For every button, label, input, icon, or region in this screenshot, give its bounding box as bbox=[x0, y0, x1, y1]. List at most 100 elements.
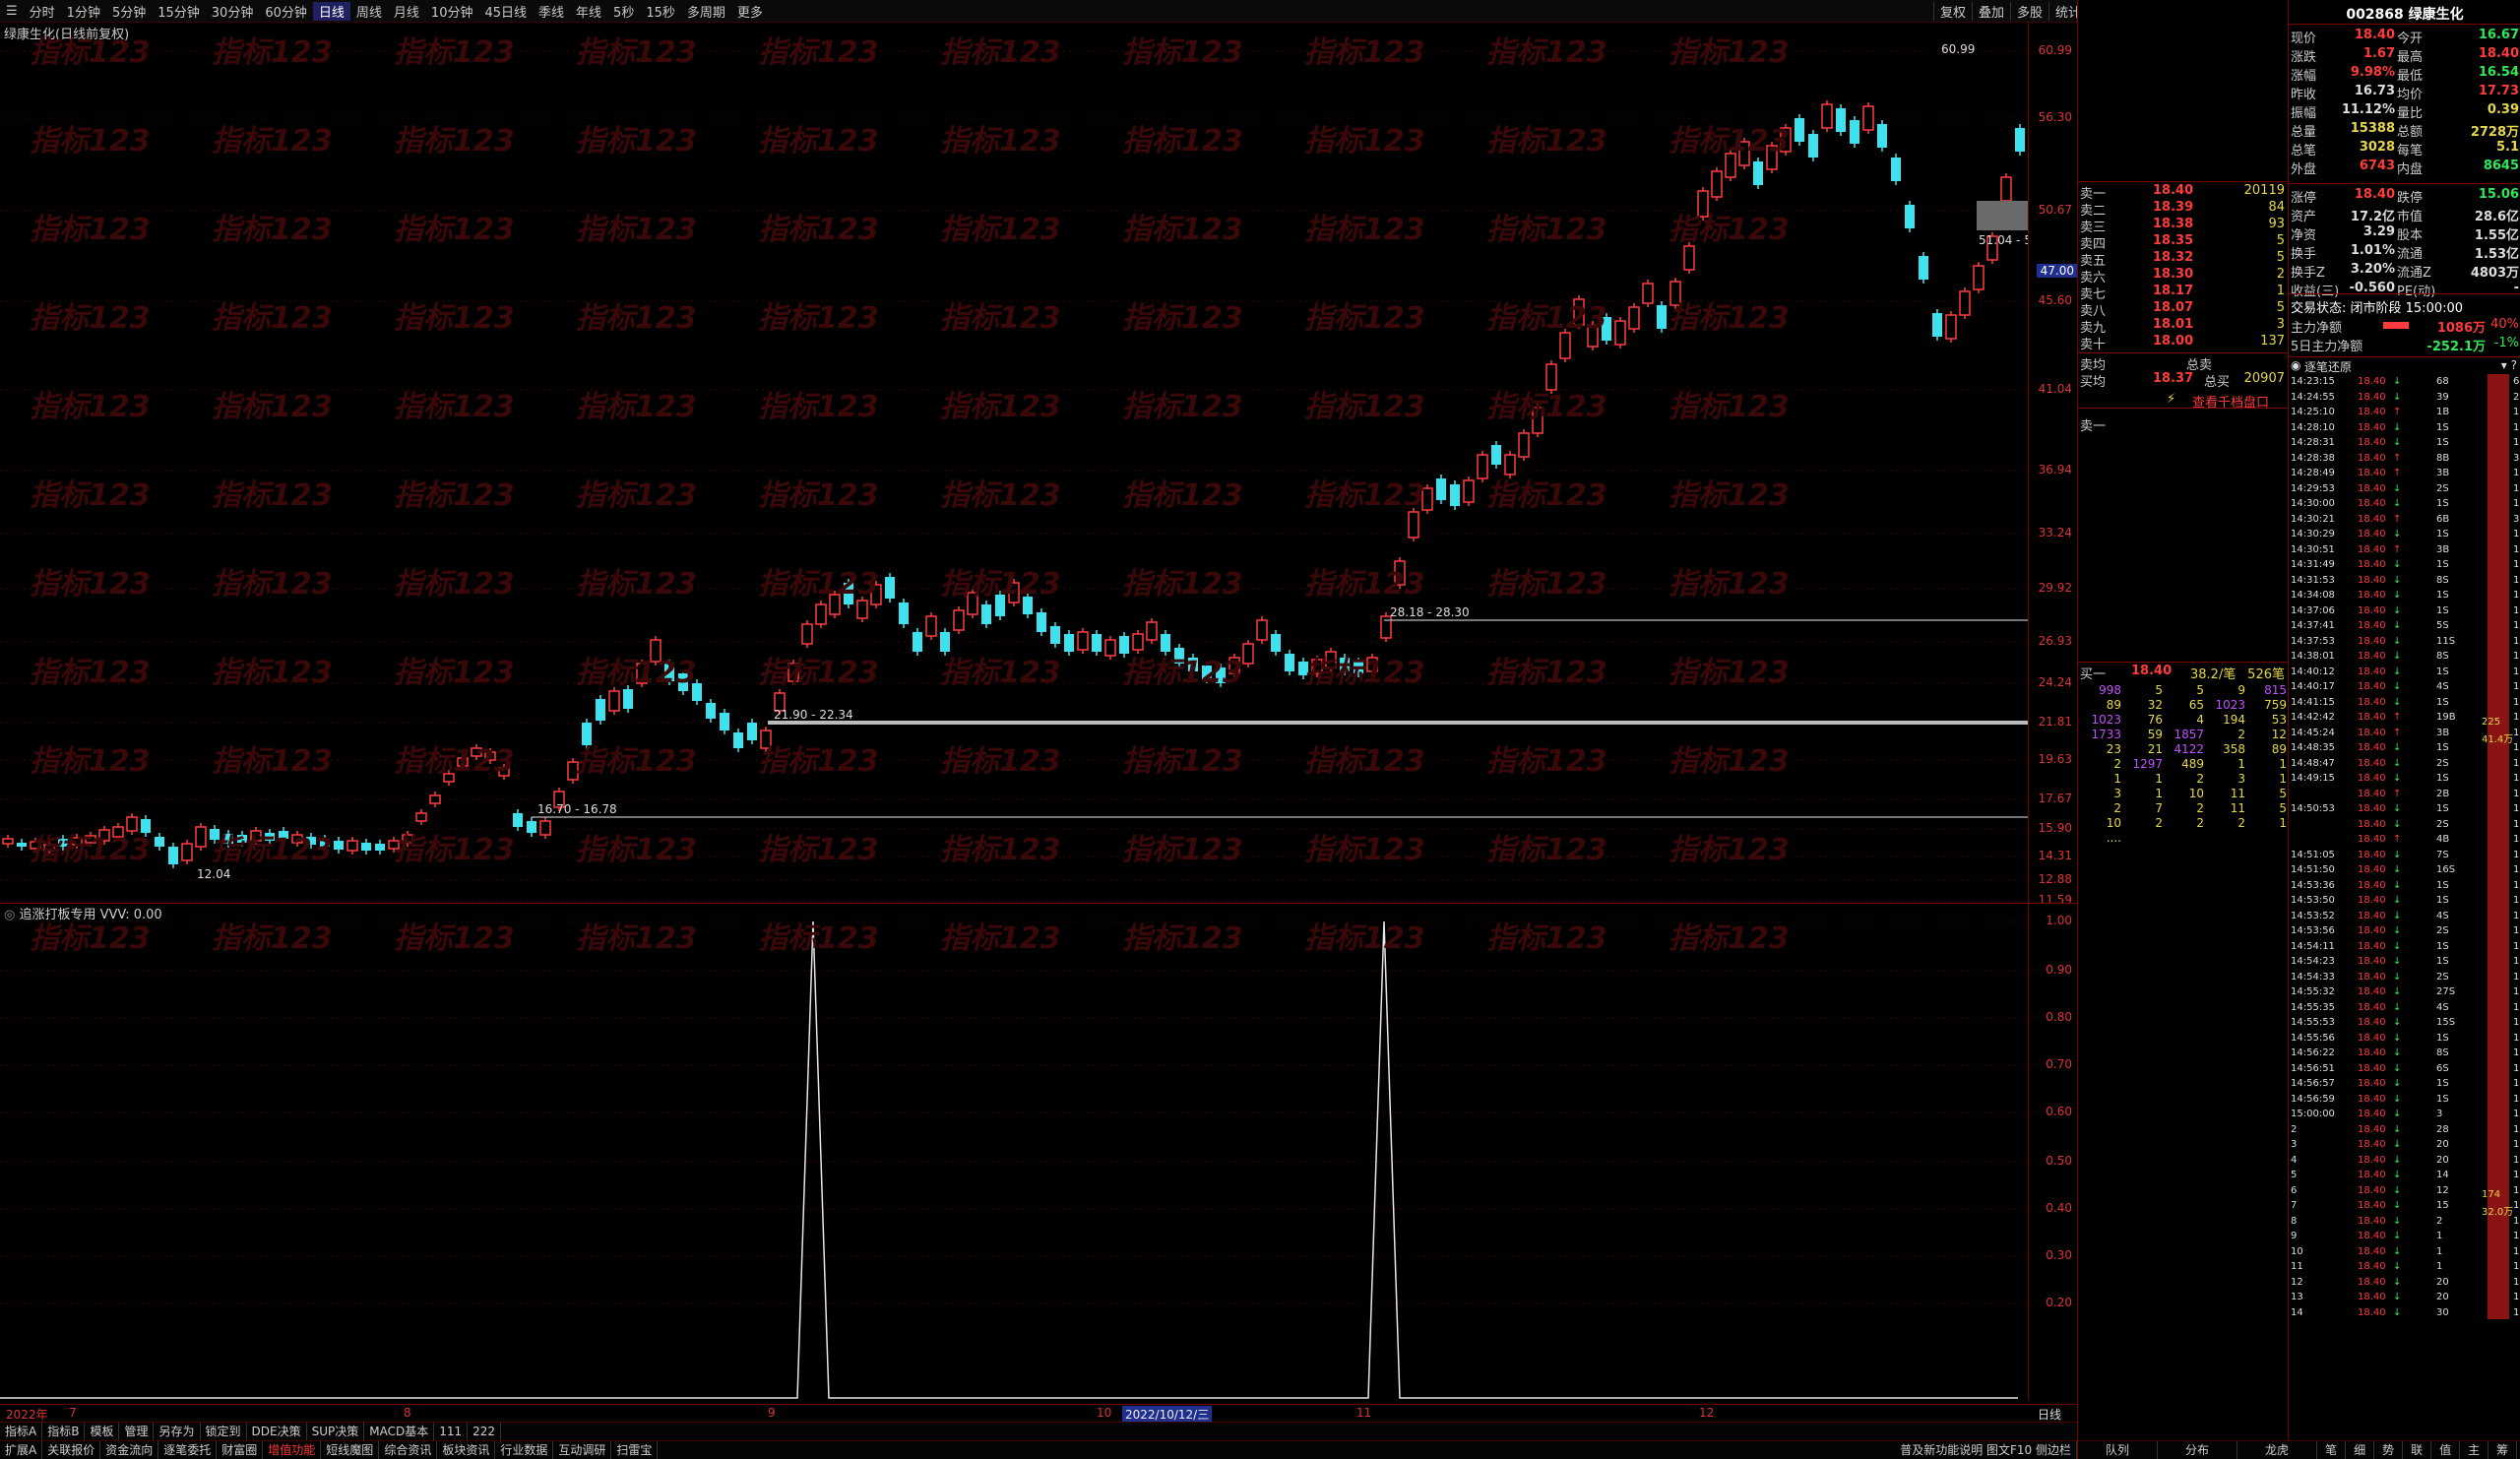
indicator-tab[interactable]: DDE决策 bbox=[247, 1423, 307, 1441]
quote-tab[interactable]: 势 bbox=[2374, 1441, 2404, 1459]
quote-tab[interactable]: 值 bbox=[2431, 1441, 2461, 1459]
indicator-tab[interactable]: 锁定到 bbox=[201, 1423, 247, 1441]
timeframe-tab[interactable]: 5秒 bbox=[607, 2, 640, 21]
sell-level[interactable]: 卖七 18.17 1 bbox=[2078, 284, 2289, 302]
sell-level[interactable]: 卖三 18.38 93 bbox=[2078, 217, 2289, 235]
indicator-tab[interactable]: 111 bbox=[434, 1423, 469, 1441]
timeframe-tab[interactable]: 5分钟 bbox=[106, 2, 152, 21]
indicator-tab[interactable]: 指标A bbox=[0, 1423, 43, 1441]
ticks-settings-icon[interactable]: ▾ ? bbox=[2501, 358, 2517, 372]
quote-key: 股本 bbox=[2397, 228, 2424, 243]
candle bbox=[195, 823, 207, 851]
indicator-tab[interactable]: MACD基本 bbox=[364, 1423, 435, 1441]
candle bbox=[1518, 429, 1530, 461]
feature-tab[interactable]: 扫雷宝 bbox=[611, 1441, 659, 1459]
timeframe-tab[interactable]: 日线 bbox=[312, 1, 350, 21]
feature-tab[interactable]: 逐笔委托 bbox=[158, 1441, 218, 1459]
indicator-chart[interactable] bbox=[0, 904, 2028, 1404]
buy1-queue-row: 买一 18.40 38.2/笔 526笔 bbox=[2078, 664, 2289, 682]
tick-arrow-icon: ↓ bbox=[2393, 956, 2402, 967]
timeframe-tab[interactable]: 多周期 bbox=[681, 2, 731, 21]
menu-icon[interactable]: ☰ bbox=[0, 4, 24, 19]
quote-tab[interactable]: 笔 bbox=[2317, 1441, 2347, 1459]
indicator-tab[interactable]: 管理 bbox=[119, 1423, 155, 1441]
feature-tab[interactable]: 增值功能 bbox=[263, 1441, 322, 1459]
quote-tab[interactable]: 细 bbox=[2346, 1441, 2375, 1459]
sell-level[interactable]: 卖八 18.07 5 bbox=[2078, 300, 2289, 319]
feature-help-link[interactable]: 普及新功能说明 图文F10 侧边栏 bbox=[1895, 1441, 2077, 1459]
quote-tab[interactable]: 主 bbox=[2460, 1441, 2489, 1459]
quote-key: 今开 bbox=[2397, 32, 2424, 46]
quote-tab[interactable]: 龙虎 bbox=[2237, 1441, 2318, 1459]
feature-tab[interactable]: 短线魔图 bbox=[321, 1441, 380, 1459]
timeframe-tab[interactable]: 更多 bbox=[731, 2, 769, 21]
tick-count: 1 bbox=[2513, 834, 2520, 845]
quote-tab[interactable]: 分布 bbox=[2158, 1441, 2238, 1459]
tick-arrow-icon: ↑ bbox=[2393, 543, 2402, 555]
tick-time: 14:56:57 bbox=[2291, 1078, 2335, 1089]
timeframe-tab[interactable]: 季线 bbox=[533, 2, 570, 21]
feature-tab[interactable]: 资金流向 bbox=[100, 1441, 159, 1459]
tool-button[interactable]: 叠加 bbox=[1971, 1, 2010, 21]
watermark: 指标123 bbox=[30, 35, 151, 70]
sell-level[interactable]: 卖四 18.35 5 bbox=[2078, 233, 2289, 252]
sell-level[interactable]: 卖一 18.40 20119 bbox=[2078, 183, 2289, 202]
timeframe-tab[interactable]: 15秒 bbox=[640, 2, 681, 21]
tick-time: 6 bbox=[2291, 1184, 2298, 1196]
quote-tab[interactable]: 筹 bbox=[2488, 1441, 2518, 1459]
tick-count: 3 bbox=[2513, 513, 2520, 525]
timeframe-tab[interactable]: 年线 bbox=[570, 2, 607, 21]
tick-row: 14:40:17 18.40 ↓ 4S 1 bbox=[2289, 681, 2520, 692]
tick-row: 14:49:15 18.40 ↓ 1S 1 bbox=[2289, 773, 2520, 784]
indicator-tab[interactable]: 模板 bbox=[85, 1423, 120, 1441]
timeframe-tab[interactable]: 15分钟 bbox=[152, 2, 206, 21]
sell-level[interactable]: 卖五 18.32 5 bbox=[2078, 250, 2289, 269]
feature-tab[interactable]: 扩展A bbox=[0, 1441, 43, 1459]
tick-count: 1 bbox=[2513, 1261, 2520, 1272]
indicator-tab[interactable]: 另存为 bbox=[154, 1423, 201, 1441]
sell-level[interactable]: 卖二 18.39 84 bbox=[2078, 200, 2289, 219]
tick-arrow-icon: ↓ bbox=[2393, 1109, 2402, 1119]
feature-tab[interactable]: 板块资讯 bbox=[437, 1441, 496, 1459]
timeframe-tab[interactable]: 60分钟 bbox=[259, 2, 313, 21]
feature-tab[interactable]: 财富圈 bbox=[217, 1441, 264, 1459]
tick-row: 14:28:10 18.40 ↓ 1S 1 bbox=[2289, 422, 2520, 433]
quote-tab[interactable]: 队列 bbox=[2078, 1441, 2159, 1459]
candle bbox=[2, 835, 14, 848]
sell1-queue-label: 卖一 bbox=[2080, 419, 2107, 434]
timeframe-tab[interactable]: 30分钟 bbox=[206, 2, 260, 21]
feature-tab[interactable]: 关联报价 bbox=[42, 1441, 101, 1459]
tick-time: 14:23:15 bbox=[2291, 376, 2335, 387]
avg-buy-price: 18.37 bbox=[2153, 371, 2194, 386]
tick-price: 18.40 bbox=[2358, 559, 2386, 570]
timeframe-tab[interactable]: 1分钟 bbox=[61, 2, 106, 21]
sell-level[interactable]: 卖六 18.30 2 bbox=[2078, 267, 2289, 285]
tick-price: 18.40 bbox=[2358, 543, 2386, 555]
quote-value: 1.01% bbox=[2350, 243, 2395, 258]
ticks-header[interactable]: ◉ 逐笔还原 ▾ ? bbox=[2289, 358, 2520, 374]
tool-button[interactable]: 多股 bbox=[2009, 1, 2048, 21]
quote-tab[interactable]: 联 bbox=[2403, 1441, 2432, 1459]
timeframe-tab[interactable]: 分时 bbox=[24, 2, 61, 21]
indicator-tab[interactable]: 222 bbox=[468, 1423, 502, 1441]
tick-count: 1 bbox=[2513, 849, 2520, 860]
feature-tab[interactable]: 行业数据 bbox=[495, 1441, 554, 1459]
watermark: 指标123 bbox=[758, 744, 879, 779]
timeframe-tab[interactable]: 周线 bbox=[350, 2, 388, 21]
queue-cell: 2 bbox=[2196, 801, 2204, 815]
timeframe-tab[interactable]: 月线 bbox=[388, 2, 425, 21]
queue-cell: 1 bbox=[2113, 772, 2121, 786]
feature-tab[interactable]: 互动调研 bbox=[553, 1441, 612, 1459]
sell-level[interactable]: 卖九 18.01 3 bbox=[2078, 317, 2289, 336]
tick-count: 1 bbox=[2513, 1184, 2520, 1196]
sell-level[interactable]: 卖十 18.00 137 bbox=[2078, 334, 2289, 352]
indicator-tab[interactable]: SUP决策 bbox=[307, 1423, 365, 1441]
candle bbox=[1285, 650, 1294, 675]
timeframe-tab[interactable]: 45日线 bbox=[478, 2, 533, 21]
feature-tab[interactable]: 综合资讯 bbox=[379, 1441, 438, 1459]
tick-arrow-icon: ↓ bbox=[2393, 1184, 2402, 1196]
tool-button[interactable]: 复权 bbox=[1932, 1, 1972, 21]
price-tick: 50.67 bbox=[2038, 203, 2072, 217]
timeframe-tab[interactable]: 10分钟 bbox=[425, 2, 479, 21]
indicator-tab[interactable]: 指标B bbox=[42, 1423, 86, 1441]
